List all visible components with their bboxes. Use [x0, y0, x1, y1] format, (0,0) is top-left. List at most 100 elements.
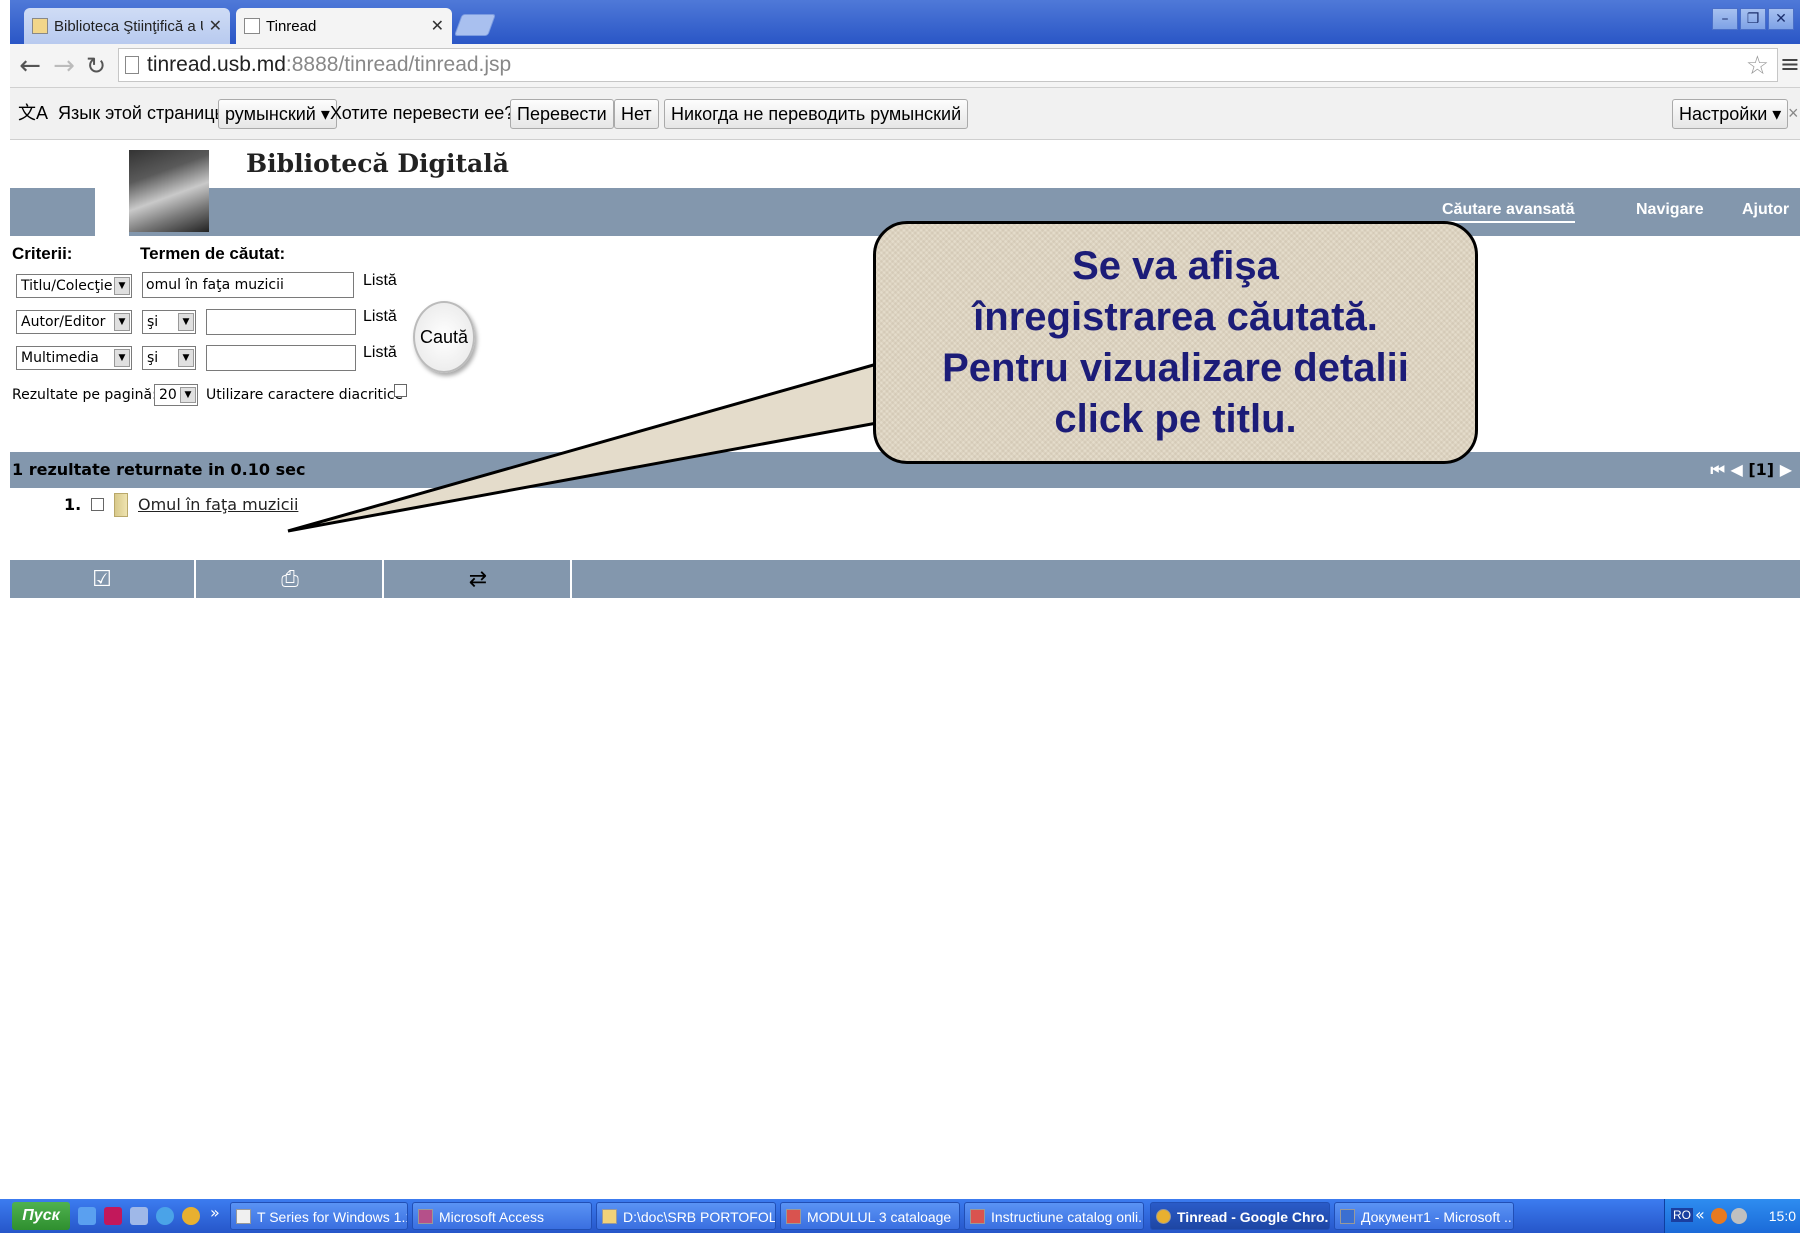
checkbox-cursor-icon: ☑ — [92, 566, 112, 592]
restore-icon[interactable]: ❐ — [1740, 8, 1766, 30]
tab-label: Tinread — [266, 17, 317, 35]
access-icon — [418, 1209, 433, 1224]
language-indicator[interactable]: RO — [1671, 1208, 1693, 1222]
nav-advanced-search[interactable]: Căutare avansată — [1442, 201, 1575, 223]
dropdown-arrow-icon: ▼ — [114, 313, 130, 331]
list-link-1[interactable]: Listă — [363, 272, 397, 290]
site-title: Bibliotecă Digitală — [246, 149, 509, 178]
tray-network-icon[interactable] — [1731, 1208, 1747, 1224]
close-icon[interactable]: ✕ — [431, 16, 444, 36]
list-link-2[interactable]: Listă — [363, 308, 397, 326]
criterion-value: Titlu/Colecţie — [21, 278, 113, 294]
window-close-icon[interactable]: ✕ — [1768, 8, 1794, 30]
more-chevron-icon[interactable]: » — [210, 1203, 228, 1222]
task-tinread-chrome[interactable]: Tinread - Google Chro... — [1150, 1202, 1330, 1230]
term-input-1[interactable]: omul în faţa muzicii — [142, 272, 354, 298]
results-summary: 1 rezultate returnate in 0.10 sec — [12, 460, 306, 479]
dropdown-arrow-icon: ▼ — [178, 349, 194, 367]
select-all-button[interactable]: ☑ — [10, 560, 196, 598]
transfer-button[interactable]: ⇄ — [386, 560, 572, 598]
tray-app-icon[interactable] — [1711, 1208, 1727, 1224]
start-button[interactable]: Пуск — [12, 1202, 70, 1230]
current-page[interactable]: [1] — [1748, 460, 1774, 479]
list-link-3[interactable]: Listă — [363, 344, 397, 362]
operator-select-3[interactable]: şi ▼ — [142, 346, 196, 370]
diacritics-checkbox[interactable] — [394, 384, 407, 397]
criterion-select-3[interactable]: Multimedia ▼ — [16, 346, 132, 370]
word-icon — [1340, 1209, 1355, 1224]
prev-page-icon[interactable]: ◀ — [1730, 460, 1742, 479]
result-title-link[interactable]: Omul în faţa muzicii — [138, 495, 298, 514]
dropdown-arrow-icon: ▼ — [114, 349, 130, 367]
ie-icon[interactable] — [78, 1207, 96, 1225]
tab-tinread[interactable]: Tinread ✕ — [236, 8, 452, 44]
never-translate-button[interactable]: Никогда не переводить румынский — [664, 99, 969, 129]
chrome-icon — [1156, 1209, 1171, 1224]
printer-icon: ⎙ — [281, 566, 299, 592]
search-button[interactable]: Caută — [413, 301, 475, 373]
task-access[interactable]: Microsoft Access — [412, 1202, 592, 1230]
criterion-value: Autor/Editor — [21, 314, 106, 330]
browser-tab-strip: Biblioteca Ştiinţifică a Univers ✕ Tinre… — [0, 0, 1800, 44]
menu-icon[interactable]: ≡ — [1780, 50, 1800, 78]
forward-arrow-icon[interactable]: → — [50, 52, 78, 80]
settings-label: Настройки — [1679, 104, 1768, 124]
criterion-select-2[interactable]: Autor/Editor ▼ — [16, 310, 132, 334]
close-infobar-icon[interactable]: × — [1788, 99, 1799, 129]
no-button[interactable]: Нет — [614, 99, 659, 129]
nav-browse[interactable]: Navigare — [1636, 201, 1704, 219]
operator-select-2[interactable]: şi ▼ — [142, 310, 196, 334]
powerpoint-icon — [970, 1209, 985, 1224]
reload-icon[interactable]: ↻ — [82, 52, 110, 80]
language-select[interactable]: румынский ▾ — [218, 99, 337, 129]
bookmark-star-icon[interactable]: ☆ — [1746, 49, 1769, 81]
task-modulul[interactable]: MODULUL 3 cataloage — [780, 1202, 960, 1230]
browser-icon[interactable] — [156, 1207, 174, 1225]
nav-help[interactable]: Ajutor — [1742, 201, 1789, 219]
tray-chevron-icon[interactable]: « — [1695, 1205, 1705, 1224]
url-host: tinread.usb.md — [147, 53, 286, 76]
task-word[interactable]: Документ1 - Microsoft ... — [1334, 1202, 1514, 1230]
result-checkbox[interactable] — [91, 498, 104, 511]
term-label: Termen de căutat: — [140, 244, 286, 263]
term-input-2[interactable] — [206, 309, 356, 335]
diacritics-label: Utilizare caractere diacritice — [206, 387, 404, 403]
tab-label: Biblioteca Ştiinţifică a Univers — [54, 17, 203, 35]
print-button[interactable]: ⎙ — [198, 560, 384, 598]
tab-biblioteca[interactable]: Biblioteca Ştiinţifică a Univers ✕ — [24, 8, 230, 44]
close-icon[interactable]: ✕ — [209, 16, 222, 36]
result-number: 1. — [64, 495, 82, 514]
per-page-select[interactable]: 20 ▼ — [154, 384, 198, 406]
per-page-label: Rezultate pe pagină: — [12, 387, 157, 403]
minimize-icon[interactable]: – — [1712, 8, 1738, 30]
chrome-icon[interactable] — [182, 1207, 200, 1225]
next-page-icon[interactable]: ▶ — [1780, 460, 1792, 479]
translate-infobar: 文A Язык этой страницы румынский ▾ Хотите… — [10, 88, 1800, 140]
dropdown-arrow-icon: ▼ — [180, 387, 196, 403]
translate-question: Хотите перевести ее? — [330, 103, 515, 123]
bookmark-favicon-icon — [32, 18, 48, 34]
task-label: MODULUL 3 cataloage — [807, 1209, 952, 1225]
task-label: Документ1 - Microsoft ... — [1361, 1209, 1514, 1225]
translate-button[interactable]: Перевести — [510, 99, 614, 129]
task-label: T Series for Windows 1.15 — [257, 1209, 408, 1225]
task-folder[interactable]: D:\doc\SRB PORTOFOLII... — [596, 1202, 776, 1230]
first-page-icon[interactable]: ⏮ — [1710, 460, 1724, 479]
callout-text: Se va afişa înregistrarea căutată. Pentr… — [942, 243, 1409, 441]
task-label: Tinread - Google Chro... — [1177, 1209, 1330, 1225]
url-input[interactable]: tinread.usb.md:8888/tinread/tinread.jsp … — [118, 48, 1778, 82]
indesign-icon[interactable] — [104, 1207, 122, 1225]
document-icon[interactable] — [130, 1207, 148, 1225]
new-tab-button[interactable] — [453, 14, 497, 36]
operator-value: şi — [147, 350, 159, 366]
window-left-edge — [0, 0, 10, 1233]
app-icon — [236, 1209, 251, 1224]
translate-icon: 文A — [18, 103, 49, 123]
tinread-favicon-icon — [244, 18, 260, 34]
criterion-select-1[interactable]: Titlu/Colecţie ▼ — [16, 274, 132, 298]
back-arrow-icon[interactable]: ← — [16, 52, 44, 80]
term-input-3[interactable] — [206, 345, 356, 371]
task-t-series[interactable]: T Series for Windows 1.15 — [230, 1202, 408, 1230]
settings-button[interactable]: Настройки ▾ — [1672, 99, 1789, 129]
task-instructiune[interactable]: Instructiune catalog onli... — [964, 1202, 1144, 1230]
